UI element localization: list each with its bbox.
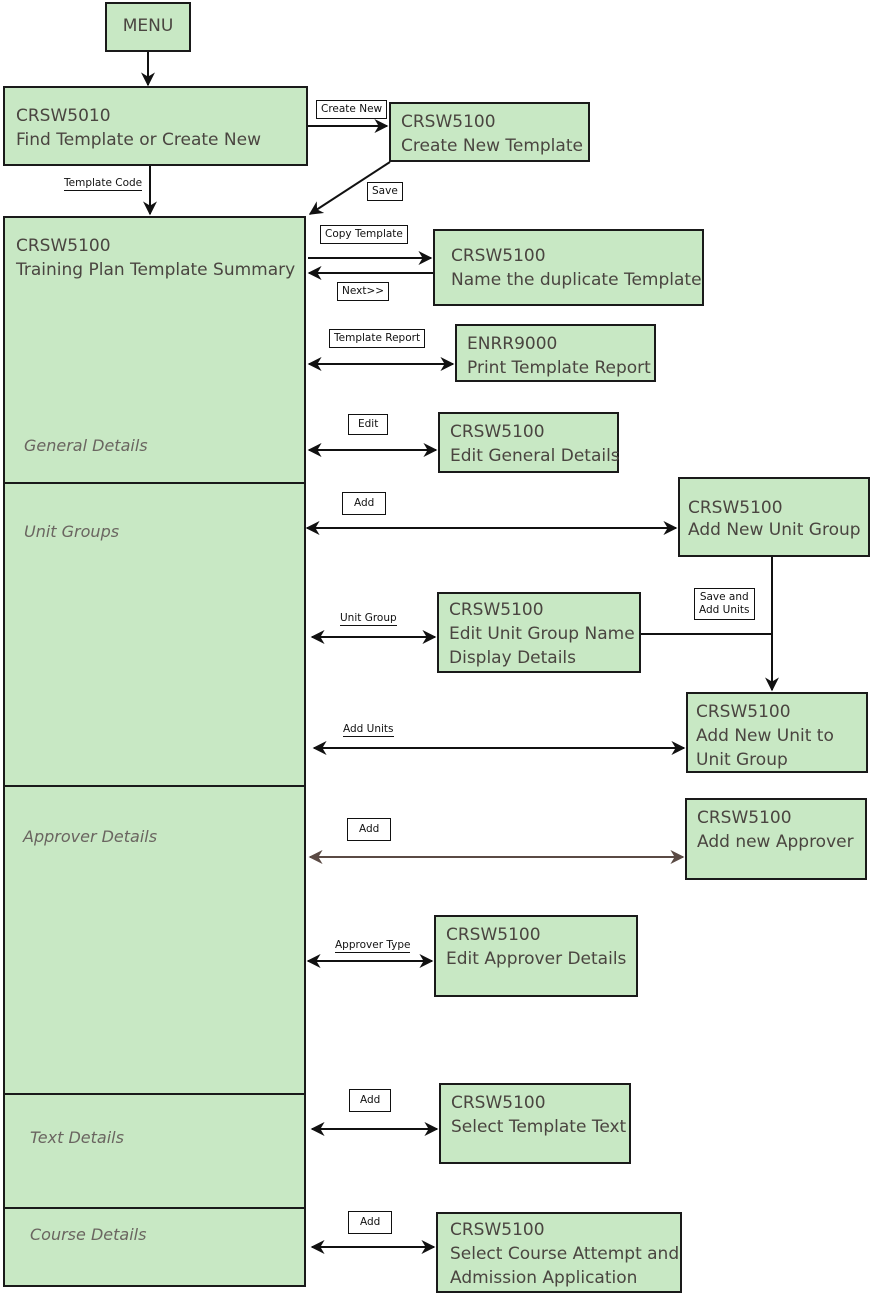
find-template-box: CRSW5010 Find Template or Create New <box>3 86 308 166</box>
add-approver-box: CRSW5100 Add new Approver <box>685 798 867 880</box>
section-divider <box>3 1093 306 1095</box>
label-template-code: Template Code <box>64 177 143 191</box>
label-template-report: Template Report <box>329 329 426 348</box>
label-approver-type: Approver Type <box>335 939 411 953</box>
edit-unit-group-box: CRSW5100 Edit Unit Group Name Display Deta… <box>437 592 641 673</box>
label-add-text: Add <box>349 1089 392 1112</box>
section-divider <box>3 785 306 787</box>
section-unit-groups: Unit Groups <box>24 522 120 541</box>
label-add-approver: Add <box>347 818 392 841</box>
section-text-details: Text Details <box>30 1128 124 1147</box>
section-course-details: Course Details <box>30 1225 147 1244</box>
section-divider <box>3 482 306 484</box>
label-edit: Edit <box>348 414 389 435</box>
label-add-units: Add Units <box>343 723 394 737</box>
menu-box: MENU <box>105 2 191 52</box>
edit-general-box: CRSW5100 Edit General Details <box>438 412 620 473</box>
create-new-template-box: CRSW5100 Create New Template <box>389 102 590 162</box>
section-approver-details: Approver Details <box>23 827 158 846</box>
select-text-box: CRSW5100 Select Template Text <box>439 1083 631 1164</box>
edit-approver-box: CRSW5100 Edit Approver Details <box>434 915 638 997</box>
label-copy-template: Copy Template <box>320 225 408 244</box>
label-create-new: Create New <box>316 100 388 119</box>
label-next: Next>> <box>337 282 390 301</box>
label-unit-group: Unit Group <box>340 612 397 626</box>
add-unit-box: CRSW5100 Add New Unit to Unit Group <box>686 692 868 773</box>
template-summary-box: CRSW5100 Training Plan Template Summary <box>3 216 306 1287</box>
select-course-box: CRSW5100 Select Course Attempt and Admissi… <box>436 1212 682 1293</box>
section-divider <box>3 1207 306 1209</box>
label-save: Save <box>367 182 403 201</box>
section-general-details: General Details <box>24 436 148 455</box>
add-unit-group-box: CRSW5100 Add New Unit Group <box>678 477 870 557</box>
duplicate-template-box: CRSW5100 Name the duplicate Template <box>433 229 704 306</box>
flow-diagram: MENU CRSW5010 Find Template or Create New… <box>0 0 872 1294</box>
label-save-and-add-units: Save and Add Units <box>694 588 755 620</box>
label-add-course: Add <box>348 1211 393 1234</box>
print-report-box: ENRR9000 Print Template Report <box>455 324 656 382</box>
label-add-unit-group: Add <box>342 492 387 515</box>
